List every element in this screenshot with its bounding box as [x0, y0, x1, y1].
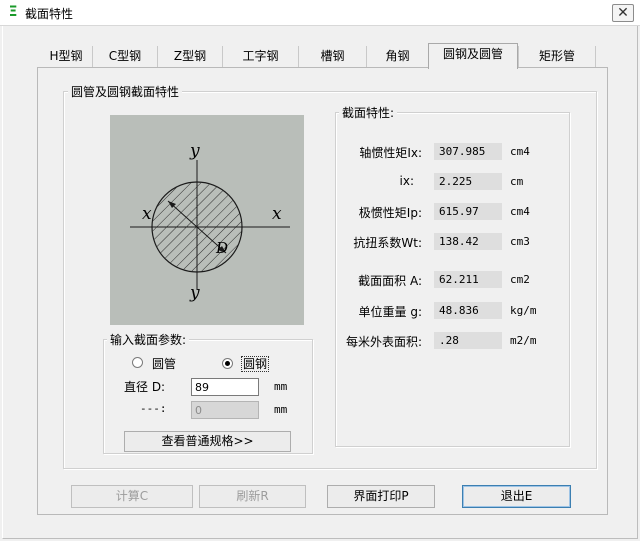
- second-param-label: ---:: [140, 402, 167, 415]
- prop-label-area: 截面面积 A:: [358, 274, 422, 288]
- prop-label-polar-inertia: 极惯性矩Ip:: [358, 206, 422, 220]
- prop-label-ix-inertia: 轴惯性矩Ix:: [359, 146, 422, 160]
- x-label-right: x: [272, 204, 282, 224]
- radio-tube-label[interactable]: 圆管: [152, 355, 176, 372]
- prop-label-unit-weight: 单位重量 g:: [358, 305, 422, 319]
- tab-channel[interactable]: 槽钢: [298, 46, 366, 68]
- radio-bar-selected-dot: [225, 361, 230, 366]
- second-param-unit: mm: [274, 403, 288, 416]
- y-label-bottom: y: [190, 283, 200, 303]
- prop-value-ix-inertia: 307.985: [434, 143, 502, 160]
- prop-value-torsion-modulus: 138.42: [434, 233, 502, 250]
- prop-label-radius-gyration: ix:: [399, 174, 414, 188]
- tab-h-steel[interactable]: H型钢: [40, 46, 92, 68]
- prop-unit-polar-inertia: cm4: [510, 205, 530, 218]
- exit-button[interactable]: 退出E: [462, 485, 571, 508]
- tab-z-steel[interactable]: Z型钢: [157, 46, 222, 68]
- prop-label-surface-area: 每米外表面积:: [345, 335, 422, 349]
- prop-unit-area: cm2: [510, 273, 530, 286]
- section-diagram: y y x x D: [110, 115, 304, 325]
- app-icon: Ξ: [8, 4, 18, 20]
- print-screen-button[interactable]: 界面打印P: [327, 485, 435, 508]
- tab-angle[interactable]: 角钢: [366, 46, 428, 68]
- title-bar: Ξ 截面特性 ✕: [0, 0, 640, 26]
- radio-tube[interactable]: [132, 357, 143, 368]
- prop-label-torsion-modulus: 抗扭系数Wt:: [353, 236, 422, 250]
- tab-i-beam[interactable]: 工字钢: [222, 46, 298, 68]
- prop-value-area: 62.211: [434, 271, 502, 288]
- refresh-button[interactable]: 刷新R: [199, 485, 306, 508]
- window-title: 截面特性: [25, 7, 74, 21]
- tab-round-bar-tube[interactable]: 圆钢及圆管: [428, 43, 518, 69]
- x-label-left: x: [142, 204, 152, 224]
- radio-bar-label[interactable]: 圆钢: [241, 356, 270, 372]
- prop-value-polar-inertia: 615.97: [434, 203, 502, 220]
- prop-value-unit-weight: 48.836: [434, 302, 502, 319]
- section-group-title: 圆管及圆钢截面特性: [68, 83, 183, 100]
- props-group-title: 截面特性:: [339, 104, 398, 121]
- prop-unit-torsion-modulus: cm3: [510, 235, 530, 248]
- prop-value-surface-area: .28: [434, 332, 502, 349]
- tab-rect-tube[interactable]: 矩形管: [518, 46, 596, 68]
- prop-unit-unit-weight: kg/m: [510, 304, 537, 317]
- diameter-unit: mm: [274, 380, 288, 393]
- tab-c-steel[interactable]: C型钢: [92, 46, 157, 68]
- radio-bar[interactable]: [222, 358, 233, 369]
- close-button[interactable]: ✕: [612, 4, 634, 22]
- diameter-label: 直径 D:: [124, 380, 166, 394]
- prop-value-radius-gyration: 2.225: [434, 173, 502, 190]
- view-specs-button[interactable]: 查看普通规格>>: [124, 431, 291, 452]
- prop-unit-radius-gyration: cm: [510, 175, 524, 188]
- input-group-title: 输入截面参数:: [107, 331, 190, 348]
- prop-unit-ix-inertia: cm4: [510, 145, 530, 158]
- diameter-input[interactable]: [191, 378, 259, 396]
- y-label-top: y: [190, 141, 200, 161]
- prop-unit-surface-area: m2/m: [510, 334, 537, 347]
- second-param-input[interactable]: [191, 401, 259, 419]
- calculate-button[interactable]: 计算C: [71, 485, 193, 508]
- d-label: D: [216, 239, 229, 257]
